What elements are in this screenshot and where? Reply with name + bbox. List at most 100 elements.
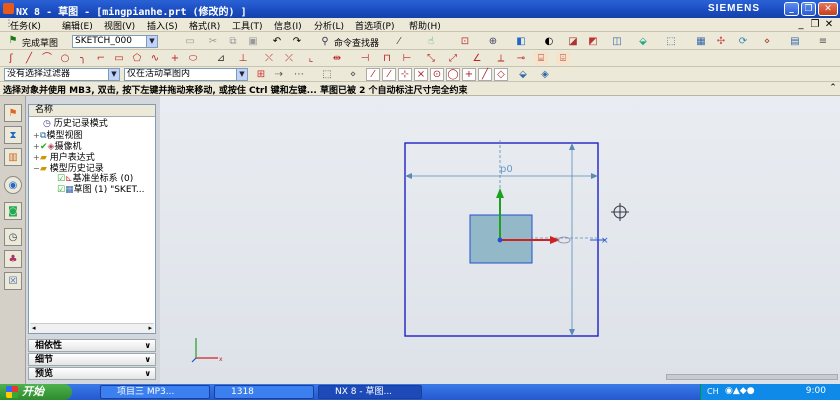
offset-curve-icon[interactable]: ⬭ <box>186 52 200 65</box>
menu-edit[interactable]: 编辑(E) <box>62 19 93 32</box>
endpoint-snap-icon[interactable]: ⁄ <box>366 68 380 81</box>
close-button[interactable]: ✕ <box>818 2 838 16</box>
fit-view-icon[interactable]: ⊡ <box>458 35 472 48</box>
show-constraints-icon[interactable]: ⊢ <box>400 52 414 65</box>
command-finder-button[interactable]: 命令查找器 <box>334 36 379 49</box>
pattern-icon[interactable]: ⊿ <box>214 52 228 65</box>
panel-dependencies[interactable]: 相依性 ∨ <box>28 339 156 352</box>
chevron-down-icon[interactable]: ▼ <box>236 69 247 80</box>
intersection-snap-icon[interactable]: ⨯ <box>414 68 428 81</box>
circle-icon[interactable]: ○ <box>58 52 72 65</box>
type-filter-combo[interactable]: 没有选择过滤器 ▼ <box>4 68 120 81</box>
collapse-icon[interactable]: − <box>33 163 40 174</box>
zoom-icon[interactable]: ⊕ <box>486 35 500 48</box>
select-all-icon[interactable]: ⊞ <box>254 68 268 81</box>
chevron-down-icon[interactable]: ∨ <box>145 368 152 380</box>
rectangle-icon[interactable]: ▭ <box>112 52 126 65</box>
layer-icon[interactable]: ⬚ <box>664 35 678 48</box>
finish-sketch-button[interactable]: 完成草图 <box>22 36 58 49</box>
status-expand-icon[interactable]: ⌃ <box>826 82 840 95</box>
expand-icon[interactable]: + <box>33 130 40 141</box>
spline-icon[interactable]: ∿ <box>148 52 162 65</box>
clock[interactable]: 9:00 <box>806 386 826 396</box>
constraints-icon[interactable]: ⊣ <box>358 52 372 65</box>
copy-icon[interactable]: ⧉ <box>226 35 240 48</box>
expand-icon[interactable]: + <box>33 152 40 163</box>
menu-close-icon[interactable]: ✕ <box>822 18 836 31</box>
menu-insert[interactable]: 插入(S) <box>147 19 178 32</box>
scroll-left-icon[interactable]: ◂ <box>32 324 36 332</box>
finish-sketch-flag-icon[interactable]: ⚑ <box>6 34 20 47</box>
graphics-window[interactable]: p0 × x <box>160 96 840 384</box>
chevron-down-icon[interactable]: ∨ <box>145 340 152 352</box>
tree-node-cameras[interactable]: +✔◈摄像机 <box>33 141 81 152</box>
line-icon[interactable]: ╱ <box>22 52 36 65</box>
view-cube-icon[interactable]: ◫ <box>610 35 624 48</box>
midpoint-snap-icon[interactable]: ⁄ <box>382 68 396 81</box>
snap-icon[interactable]: ⁄ <box>392 35 406 48</box>
quadrant-snap-icon[interactable]: ◯ <box>446 68 460 81</box>
inferred-constraints-icon[interactable]: ∠ <box>470 52 484 65</box>
arc-center-snap-icon[interactable]: ⊙ <box>430 68 444 81</box>
restore-button[interactable]: ❐ <box>801 2 816 16</box>
auto-constrain-icon[interactable]: ⊓ <box>380 52 394 65</box>
polygon-icon[interactable]: ⬠ <box>130 52 144 65</box>
rectangle-select-icon[interactable]: ⬚ <box>320 68 334 81</box>
expand-icon[interactable]: + <box>33 141 40 152</box>
tool-b-icon[interactable]: ⟳ <box>736 35 750 48</box>
fillet-icon[interactable]: ╮ <box>76 52 90 65</box>
history-icon[interactable]: ◷ <box>4 228 22 246</box>
constraint-navigator-icon[interactable]: ⧗ <box>4 126 22 144</box>
chamfer-icon[interactable]: ⌐ <box>94 52 108 65</box>
wireframe-cube-icon[interactable]: ◪ <box>566 35 580 48</box>
point-on-curve-snap-icon[interactable]: ╱ <box>478 68 492 81</box>
checkbox-checked-icon[interactable]: ☑ <box>57 174 65 184</box>
convert-reference-icon[interactable]: ⤡ <box>424 52 438 65</box>
menu-task[interactable]: 任务(K) <box>10 19 41 32</box>
paste-icon[interactable]: ▣ <box>246 35 260 48</box>
point-on-surface-snap-icon[interactable]: ◇ <box>494 68 508 81</box>
menu-view[interactable]: 视图(V) <box>104 19 135 32</box>
dimension-label[interactable]: p0 <box>500 164 513 175</box>
tree-node-datum-csys[interactable]: ☑⊾基准坐标系 (0) <box>57 174 133 185</box>
rendering-icon[interactable]: ◐ <box>542 35 556 48</box>
task-mp3-project[interactable]: 项目三 MP3... <box>100 385 210 399</box>
tree-node-model-history[interactable]: −▰ 模型历史记录 <box>33 163 104 174</box>
orient-view-icon[interactable]: ▭ <box>183 35 197 48</box>
undo-icon[interactable]: ↶ <box>270 35 284 48</box>
create-inferred-icon[interactable]: ⟂ <box>494 52 508 65</box>
menu-tools[interactable]: 工具(T) <box>232 19 263 32</box>
menu-info[interactable]: 信息(I) <box>274 19 302 32</box>
tool-d-icon[interactable]: ▤ <box>788 35 802 48</box>
tree-node-history-mode[interactable]: ◷ 历史记录模式 <box>43 119 108 130</box>
curve-rule-icon[interactable]: ⋄ <box>346 68 360 81</box>
web-browser-icon[interactable]: ◉ <box>4 176 22 194</box>
system-materials-icon[interactable]: ♣ <box>4 250 22 268</box>
menu-preferences[interactable]: 首选项(P) <box>355 19 394 32</box>
section-cube-icon[interactable]: ◩ <box>586 35 600 48</box>
work-layer-icon[interactable]: ▦ <box>694 35 708 48</box>
work-view-icon[interactable]: ◈ <box>538 68 552 81</box>
quick-trim-icon[interactable]: ⤬ <box>262 52 276 65</box>
point-constructor-icon[interactable]: ⬙ <box>516 68 530 81</box>
controlpoint-snap-icon[interactable]: ⊹ <box>398 68 412 81</box>
selection-scope-combo[interactable]: 仅在活动草图内 ▼ <box>124 68 248 81</box>
tool-e-icon[interactable]: ≡ <box>816 35 830 48</box>
history-palette-icon[interactable]: ◙ <box>4 202 22 220</box>
select-mode-icon[interactable]: ⇢ <box>272 68 286 81</box>
menu-analysis[interactable]: 分析(L) <box>314 19 344 32</box>
scroll-right-icon[interactable]: ▸ <box>148 324 152 332</box>
profile-icon[interactable]: ʃ <box>4 52 18 65</box>
canvas-scroll-indicator[interactable] <box>666 374 838 380</box>
input-language[interactable]: CH <box>707 387 719 396</box>
orient-icon[interactable]: ⬙ <box>636 35 650 48</box>
roles-icon[interactable]: ☒ <box>4 272 22 290</box>
quick-extend-icon[interactable]: ⤫ <box>282 52 296 65</box>
navigator-header[interactable]: 名称 <box>29 105 155 117</box>
panel-preview[interactable]: 预览 ∨ <box>28 367 156 380</box>
command-finder-icon[interactable]: ⚲ <box>318 35 332 48</box>
snap-point-icon[interactable]: ⋯ <box>292 68 306 81</box>
chevron-down-icon[interactable]: ∨ <box>145 354 152 366</box>
tree-node-sketch[interactable]: ☑▦草图 (1) "SKET... <box>57 185 145 196</box>
menu-minimize-icon[interactable]: _ <box>794 18 808 31</box>
